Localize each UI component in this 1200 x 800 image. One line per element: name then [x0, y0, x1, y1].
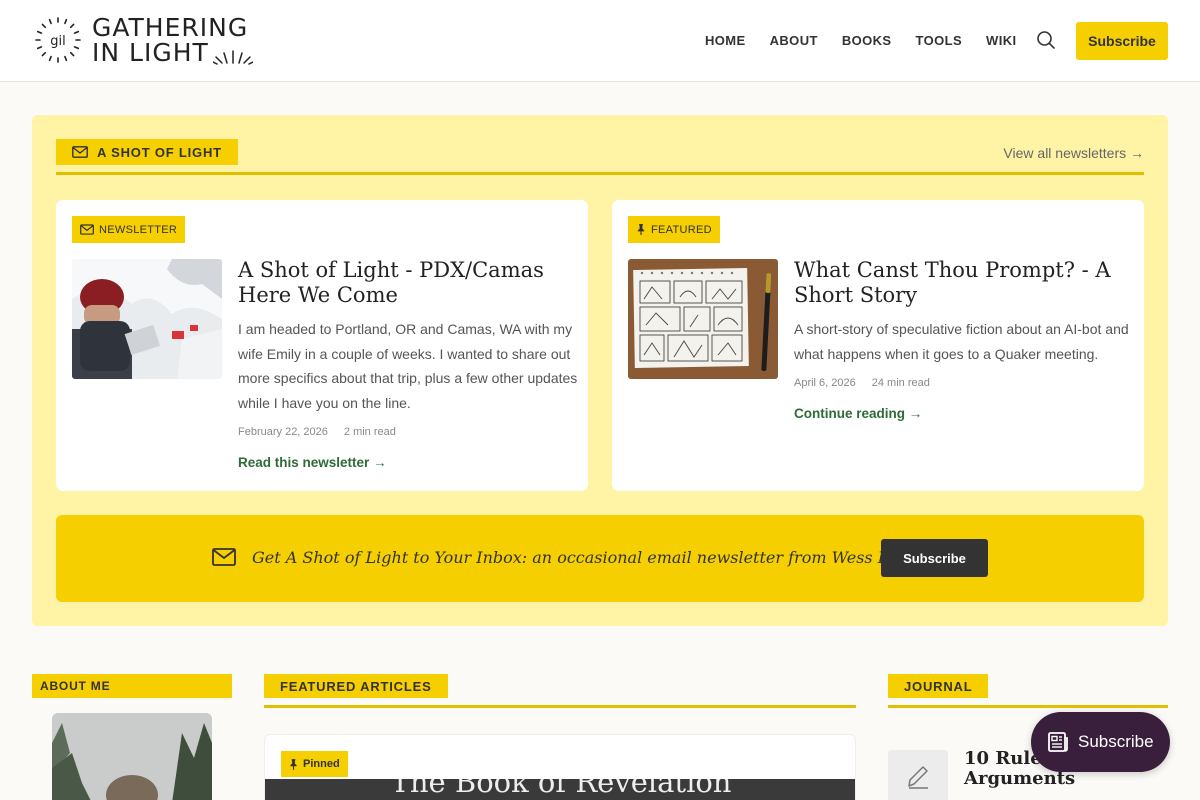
featured-meta: April 6, 2026 24 min read	[794, 377, 930, 389]
nav-tools[interactable]: TOOLS	[916, 33, 963, 48]
site-logo[interactable]: gil GATHERING IN LIGHT	[34, 15, 253, 65]
continue-reading-link[interactable]: Continue reading →	[794, 406, 922, 421]
nav-books[interactable]: BOOKS	[842, 33, 892, 48]
pinned-article-image[interactable]: The Book of Revelation	[265, 779, 855, 800]
featured-read-time: 24 min read	[871, 377, 930, 389]
featured-title[interactable]: What Canst Thou Prompt? - A Short Story	[794, 258, 1134, 308]
pinned-article-card[interactable]: Pinned The Book of Revelation	[264, 734, 856, 800]
newspaper-icon	[1048, 732, 1068, 752]
logo-line-1: GATHERING	[92, 13, 249, 42]
newsletter-thumbnail[interactable]	[72, 259, 222, 379]
floating-subscribe-label: Subscribe	[1078, 732, 1154, 751]
newsletter-excerpt: I am headed to Portland, OR and Camas, W…	[238, 321, 578, 411]
newsletter-badge: NEWSLETTER	[72, 216, 186, 243]
featured-divider	[264, 705, 856, 708]
featured-card[interactable]: FEATURED What Canst Thou Prompt? - A Sho…	[612, 200, 1144, 491]
journal-divider	[888, 705, 1168, 708]
mail-icon	[72, 146, 88, 158]
newsletter-divider	[56, 172, 1144, 175]
mail-icon	[80, 224, 94, 235]
newsletter-card[interactable]: NEWSLETTER A Shot of Light - PDX/Camas H…	[56, 200, 588, 491]
svg-text:gil: gil	[50, 34, 65, 49]
mail-icon	[212, 548, 236, 566]
nav-wiki[interactable]: WIKI	[986, 33, 1016, 48]
main-nav: HOME ABOUT BOOKS TOOLS WIKI	[705, 33, 1041, 48]
logo-line-2: IN LIGHT	[92, 38, 209, 67]
site-header: gil GATHERING IN LIGHT HOME ABOUT BOOKS …	[0, 0, 1200, 82]
newsletter-section-tag: A SHOT OF LIGHT	[56, 139, 238, 165]
journal-thumbnail[interactable]	[888, 750, 948, 800]
cta-subscribe-button[interactable]: Subscribe	[881, 539, 988, 577]
read-newsletter-link[interactable]: Read this newsletter →	[238, 455, 387, 470]
pencil-icon	[908, 766, 928, 789]
nav-home[interactable]: HOME	[705, 33, 746, 48]
header-subscribe-button[interactable]: Subscribe	[1076, 22, 1168, 60]
pin-icon	[290, 758, 297, 770]
pinned-badge: Pinned	[281, 751, 348, 777]
nav-about[interactable]: ABOUT	[770, 33, 818, 48]
pin-icon	[637, 224, 645, 235]
logo-rays-icon	[212, 50, 253, 65]
newsletter-read-time: 2 min read	[343, 426, 396, 438]
newsletter-meta: February 22, 2026 2 min read	[238, 426, 396, 438]
featured-excerpt: A short-story of speculative fiction abo…	[794, 321, 1129, 362]
journal-section-tag: JOURNAL	[888, 674, 989, 698]
newsletter-title[interactable]: A Shot of Light - PDX/Camas Here We Come	[238, 258, 578, 308]
floating-subscribe-button[interactable]: Subscribe	[1031, 712, 1170, 772]
view-all-newsletters-link[interactable]: View all newsletters →	[1003, 145, 1144, 161]
logo-wordmark: GATHERING IN LIGHT	[92, 15, 253, 65]
featured-date: April 6, 2026	[794, 377, 856, 389]
cta-text: Get A Shot of Light to Your Inbox: an oc…	[252, 548, 939, 567]
newsletter-date: February 22, 2026	[238, 426, 328, 438]
about-section-tag: ABOUT ME	[32, 674, 232, 698]
featured-thumbnail[interactable]	[628, 259, 778, 379]
about-photo[interactable]	[52, 713, 212, 800]
featured-articles-tag: FEATURED ARTICLES	[264, 674, 448, 698]
featured-badge: FEATURED	[628, 216, 720, 243]
newsletter-cta-bar: Get A Shot of Light to Your Inbox: an oc…	[56, 515, 1144, 602]
pinned-article-image-title: The Book of Revelation	[390, 779, 732, 799]
search-icon[interactable]	[1036, 30, 1056, 50]
logo-sun-icon: gil	[35, 17, 81, 63]
